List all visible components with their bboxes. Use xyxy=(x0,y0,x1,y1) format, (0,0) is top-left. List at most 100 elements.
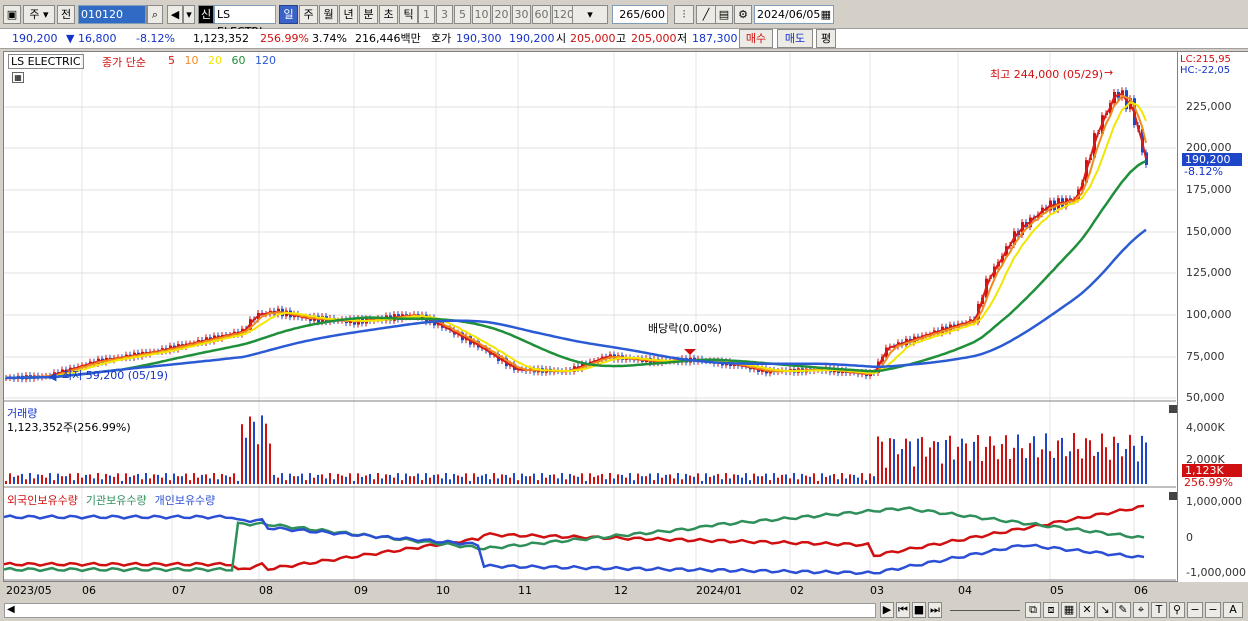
investor-close-icon[interactable] xyxy=(1169,492,1177,500)
zoom-out-icon[interactable]: − xyxy=(1187,602,1203,618)
volume-bar xyxy=(797,479,799,484)
count-30[interactable]: 30 xyxy=(512,5,531,24)
grid-icon[interactable]: ▦ xyxy=(1061,602,1077,618)
buy-button[interactable]: 매수 xyxy=(739,29,773,48)
period-3[interactable]: 년 xyxy=(339,5,358,24)
count-dropdown[interactable]: ▾ xyxy=(572,5,608,24)
volume-bar xyxy=(605,479,607,484)
chart-area[interactable]: → ◀ LS ELECTRIC 종가 단순 5 10 20 60 120 ▦ 최고… xyxy=(3,51,1178,597)
period-1[interactable]: 주 xyxy=(299,5,318,24)
volume-bar xyxy=(945,439,947,484)
count-3[interactable]: 3 xyxy=(436,5,453,24)
volume-bar xyxy=(713,475,715,484)
scroll-left-icon[interactable]: ◀ xyxy=(7,604,15,615)
prev-button[interactable]: 전 xyxy=(57,5,75,24)
volume-bar xyxy=(769,480,771,484)
count-10[interactable]: 10 xyxy=(472,5,491,24)
volume-bar xyxy=(865,480,867,484)
volume-bar xyxy=(1081,458,1083,484)
volume-bar xyxy=(705,473,707,484)
horizontal-scrollbar[interactable]: ◀ xyxy=(4,603,876,618)
volume-bar xyxy=(993,445,995,484)
volume-bar xyxy=(697,473,699,484)
first-icon[interactable]: ⏮ xyxy=(896,602,910,618)
volume-bar xyxy=(1041,449,1043,484)
font-icon[interactable]: A xyxy=(1223,602,1243,618)
volume-bar xyxy=(645,476,647,484)
range-input[interactable]: 265/600 xyxy=(612,5,668,24)
period-5[interactable]: 초 xyxy=(379,5,398,24)
volume-bar xyxy=(449,479,451,484)
volume-bar xyxy=(609,473,611,484)
volume-bar xyxy=(753,473,755,484)
volume-bar xyxy=(733,474,735,484)
volume-bar xyxy=(145,473,147,484)
count-5[interactable]: 5 xyxy=(454,5,471,24)
last-icon[interactable]: ⏭ xyxy=(928,602,942,618)
volume-bar xyxy=(569,473,571,484)
volume-bar xyxy=(841,473,843,484)
period-2[interactable]: 월 xyxy=(319,5,338,24)
ma-legend: 5 10 20 60 120 xyxy=(168,54,282,67)
zoom-icon[interactable]: ⚲ xyxy=(1169,602,1185,618)
magnet-icon[interactable]: ⌖ xyxy=(1133,602,1149,618)
high-note: 최고 244,000 (05/29) xyxy=(990,68,1104,81)
volume-close-icon[interactable] xyxy=(1169,405,1177,413)
volume-bar xyxy=(749,480,751,484)
volume-bar xyxy=(65,476,67,484)
volume-bar xyxy=(933,441,935,484)
window-icon[interactable]: ▣ xyxy=(3,5,21,24)
stock-name-field[interactable]: LS ELECTRI xyxy=(214,5,276,38)
eval-button[interactable]: 평 xyxy=(816,29,836,48)
code-input[interactable]: 010120 xyxy=(78,5,146,24)
calendar-icon[interactable]: ▦ xyxy=(821,6,831,23)
candle-icon[interactable]: ⫶ xyxy=(674,5,694,24)
volume-bar xyxy=(169,480,171,484)
volume-bar xyxy=(45,477,47,484)
volume-bar xyxy=(377,473,379,484)
sell-button[interactable]: 매도 xyxy=(777,29,813,48)
volume-bar xyxy=(857,477,859,484)
last-volume-rate: 256.99% xyxy=(1184,476,1233,489)
save-icon[interactable]: ▤ xyxy=(715,5,733,24)
volume-bar xyxy=(781,474,783,484)
investor-legend: 외국인보유수량 기관보유수량 개인보유수량 xyxy=(7,492,223,508)
volume-bar xyxy=(409,476,411,484)
market-select[interactable]: 주 ▾ xyxy=(23,5,55,24)
count-60[interactable]: 60 xyxy=(532,5,551,24)
text-icon[interactable]: T xyxy=(1151,602,1167,618)
zoom-slider[interactable] xyxy=(950,610,1020,611)
gear-icon[interactable]: ⚙ xyxy=(734,5,752,24)
speaker-icon[interactable]: ◀ xyxy=(167,5,183,24)
count-120[interactable]: 120 xyxy=(552,5,574,24)
cross-icon[interactable]: ✕ xyxy=(1079,602,1095,618)
volume-bar xyxy=(253,421,255,484)
date-input[interactable]: 2024/06/05 ▦ xyxy=(754,5,834,24)
window-split-icon[interactable]: ⧈ xyxy=(1043,602,1059,618)
table-icon[interactable]: ▦ xyxy=(12,72,24,83)
draw-icon[interactable]: ✎ xyxy=(1115,602,1131,618)
volume-bar xyxy=(349,473,351,484)
volume-bar xyxy=(357,473,359,484)
search-icon[interactable]: ⌕ xyxy=(147,5,163,24)
period-6[interactable]: 틱 xyxy=(399,5,418,24)
line-chart-icon[interactable]: ╱ xyxy=(696,5,716,24)
trend-icon[interactable]: ↘ xyxy=(1097,602,1113,618)
speaker-dropdown-icon[interactable]: ▾ xyxy=(183,5,195,24)
high-label: 고 xyxy=(616,32,627,45)
volume-bar xyxy=(509,477,511,484)
minus-icon[interactable]: − xyxy=(1205,602,1221,618)
volume-bar xyxy=(861,473,863,484)
period-4[interactable]: 분 xyxy=(359,5,378,24)
count-20[interactable]: 20 xyxy=(492,5,511,24)
stop-icon[interactable]: ■ xyxy=(912,602,926,618)
count-1[interactable]: 1 xyxy=(418,5,435,24)
volume-bar xyxy=(821,473,823,484)
scroll-right-icon[interactable]: ▶ xyxy=(880,602,894,618)
volume-bar xyxy=(1009,458,1011,484)
volume-bar xyxy=(1045,433,1047,484)
copy-icon[interactable]: ⧉ xyxy=(1025,602,1041,618)
volume-bar xyxy=(21,473,23,484)
period-0[interactable]: 일 xyxy=(279,5,298,24)
volume-bar xyxy=(621,474,623,484)
